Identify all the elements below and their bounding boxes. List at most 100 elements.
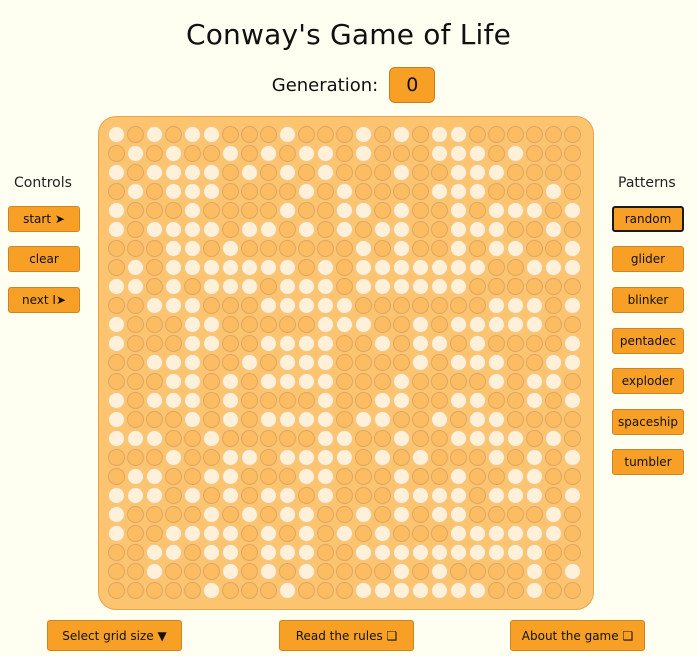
grid-cell[interactable] (222, 544, 239, 561)
grid-cell[interactable] (564, 278, 581, 295)
grid-cell[interactable] (374, 544, 391, 561)
grid-cell[interactable] (393, 278, 410, 295)
grid-cell[interactable] (431, 335, 448, 352)
grid-cell[interactable] (431, 430, 448, 447)
grid-cell[interactable] (108, 145, 125, 162)
grid-cell[interactable] (222, 487, 239, 504)
grid-cell[interactable] (450, 468, 467, 485)
grid-cell[interactable] (184, 449, 201, 466)
grid-cell[interactable] (127, 335, 144, 352)
grid-cell[interactable] (260, 411, 277, 428)
grid-cell[interactable] (374, 278, 391, 295)
grid-cell[interactable] (203, 582, 220, 599)
grid-cell[interactable] (146, 544, 163, 561)
grid-cell[interactable] (507, 335, 524, 352)
grid-cell[interactable] (412, 297, 429, 314)
grid-cell[interactable] (317, 373, 334, 390)
grid-cell[interactable] (488, 506, 505, 523)
grid-cell[interactable] (108, 449, 125, 466)
grid-cell[interactable] (222, 354, 239, 371)
grid-cell[interactable] (108, 487, 125, 504)
grid-cell[interactable] (127, 373, 144, 390)
grid-cell[interactable] (393, 126, 410, 143)
grid-cell[interactable] (412, 259, 429, 276)
grid-cell[interactable] (355, 126, 372, 143)
grid-cell[interactable] (336, 316, 353, 333)
grid-cell[interactable] (564, 392, 581, 409)
grid-cell[interactable] (317, 392, 334, 409)
grid-cell[interactable] (108, 544, 125, 561)
grid-cell[interactable] (241, 240, 258, 257)
grid-cell[interactable] (507, 126, 524, 143)
grid-cell[interactable] (108, 240, 125, 257)
grid-cell[interactable] (260, 392, 277, 409)
grid-cell[interactable] (469, 297, 486, 314)
grid-cell[interactable] (431, 525, 448, 542)
grid-cell[interactable] (203, 411, 220, 428)
grid-cell[interactable] (488, 164, 505, 181)
grid-cell[interactable] (260, 487, 277, 504)
grid-cell[interactable] (203, 316, 220, 333)
grid-cell[interactable] (317, 449, 334, 466)
grid-cell[interactable] (165, 183, 182, 200)
grid-cell[interactable] (241, 145, 258, 162)
grid-cell[interactable] (469, 335, 486, 352)
grid-cell[interactable] (469, 582, 486, 599)
grid-cell[interactable] (260, 126, 277, 143)
grid-cell[interactable] (127, 240, 144, 257)
grid-cell[interactable] (412, 240, 429, 257)
grid-cell[interactable] (317, 335, 334, 352)
grid-cell[interactable] (526, 145, 543, 162)
grid-cell[interactable] (336, 563, 353, 580)
grid-cell[interactable] (184, 202, 201, 219)
grid-cell[interactable] (545, 183, 562, 200)
grid-cell[interactable] (564, 354, 581, 371)
grid-cell[interactable] (431, 316, 448, 333)
grid-cell[interactable] (450, 259, 467, 276)
grid-cell[interactable] (526, 202, 543, 219)
grid-cell[interactable] (469, 430, 486, 447)
grid-cell[interactable] (203, 563, 220, 580)
grid-cell[interactable] (260, 449, 277, 466)
grid-cell[interactable] (355, 582, 372, 599)
grid-cell[interactable] (355, 354, 372, 371)
grid-cell[interactable] (469, 373, 486, 390)
grid-cell[interactable] (165, 221, 182, 238)
grid-cell[interactable] (412, 487, 429, 504)
grid-cell[interactable] (374, 563, 391, 580)
grid-cell[interactable] (222, 525, 239, 542)
grid-cell[interactable] (507, 354, 524, 371)
grid-cell[interactable] (488, 202, 505, 219)
grid-cell[interactable] (526, 430, 543, 447)
grid-cell[interactable] (260, 525, 277, 542)
grid-cell[interactable] (431, 145, 448, 162)
grid-cell[interactable] (545, 259, 562, 276)
grid-cell[interactable] (260, 335, 277, 352)
grid-cell[interactable] (108, 335, 125, 352)
grid-cell[interactable] (450, 316, 467, 333)
grid-cell[interactable] (431, 221, 448, 238)
grid-cell[interactable] (469, 183, 486, 200)
grid-cell[interactable] (108, 202, 125, 219)
grid-cell[interactable] (374, 392, 391, 409)
grid-cell[interactable] (108, 259, 125, 276)
grid-cell[interactable] (336, 297, 353, 314)
grid-cell[interactable] (279, 297, 296, 314)
grid-cell[interactable] (184, 582, 201, 599)
grid-cell[interactable] (279, 411, 296, 428)
grid-cell[interactable] (241, 373, 258, 390)
grid-cell[interactable] (564, 221, 581, 238)
grid-cell[interactable] (507, 183, 524, 200)
grid-cell[interactable] (165, 563, 182, 580)
grid-cell[interactable] (298, 278, 315, 295)
grid-cell[interactable] (450, 373, 467, 390)
grid-cell[interactable] (279, 259, 296, 276)
grid-cell[interactable] (127, 544, 144, 561)
grid-cell[interactable] (412, 354, 429, 371)
grid-cell[interactable] (241, 411, 258, 428)
grid-cell[interactable] (564, 297, 581, 314)
grid-cell[interactable] (336, 183, 353, 200)
grid-cell[interactable] (431, 126, 448, 143)
grid-cell[interactable] (507, 449, 524, 466)
grid-cell[interactable] (317, 183, 334, 200)
